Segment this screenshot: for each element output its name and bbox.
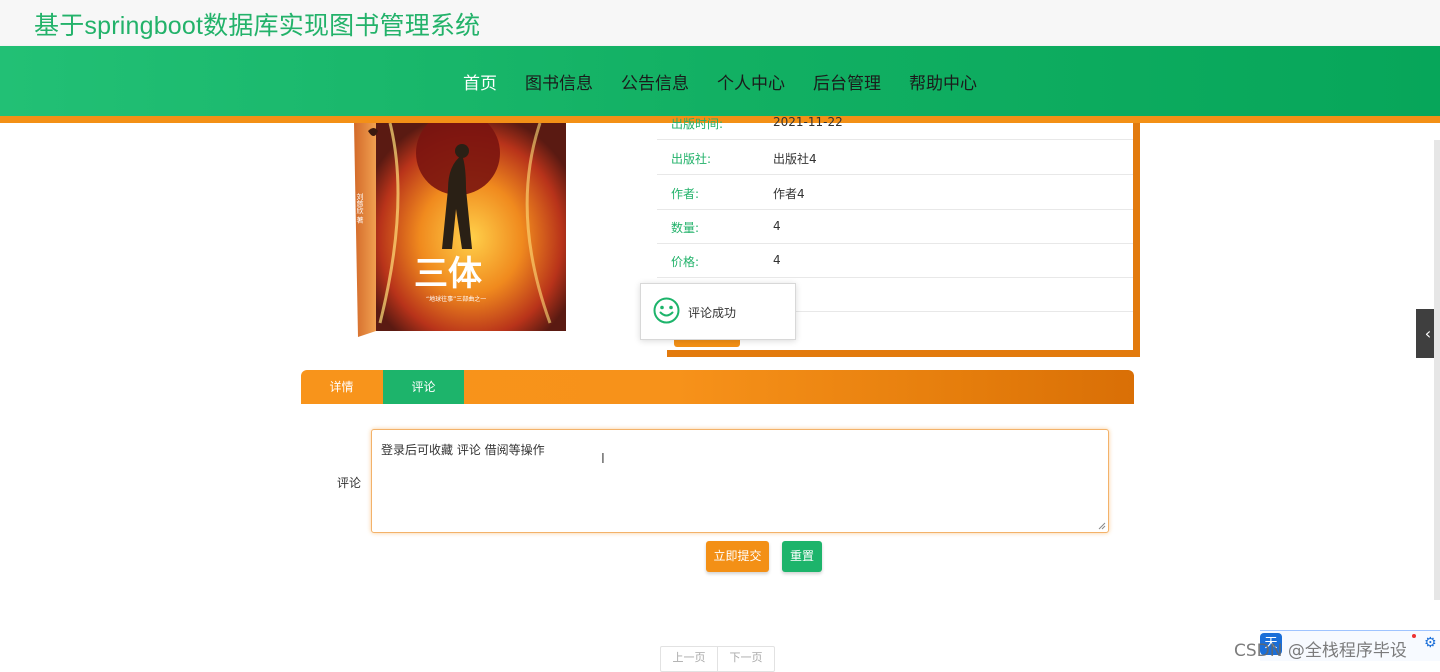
detail-key: 出版社: xyxy=(671,152,712,166)
nav-item-home[interactable]: 首页 xyxy=(463,69,497,94)
detail-key: 出版时间: xyxy=(671,117,724,131)
comment-label: 评论 xyxy=(337,476,362,490)
detail-value: 作者4 xyxy=(773,187,805,201)
nav-item-books[interactable]: 图书信息 xyxy=(525,69,593,94)
cover-author-text: 刘慈欣 著 xyxy=(356,192,364,224)
nav-item-notices[interactable]: 公告信息 xyxy=(621,69,689,94)
toast-message: 评论成功 xyxy=(640,283,796,340)
site-header: 基于springboot数据库实现图书管理系统 xyxy=(0,0,1440,46)
prev-page-button[interactable]: 上一页 xyxy=(661,647,717,671)
nav-item-profile[interactable]: 个人中心 xyxy=(717,69,785,94)
detail-key: 作者: xyxy=(671,187,700,201)
detail-row-price: 价格: 4 xyxy=(657,243,1133,278)
resize-grip-icon[interactable] xyxy=(1098,522,1106,530)
book-cover-image: 三体 “地球往事”三部曲之一 刘慈欣 著 xyxy=(350,123,572,343)
next-page-button[interactable]: 下一页 xyxy=(717,647,774,671)
watermark: CSDN @全栈程序毕设 xyxy=(1234,641,1407,661)
panel-frame-right xyxy=(1133,123,1140,357)
detail-value: 出版社4 xyxy=(773,152,817,166)
detail-value: 4 xyxy=(773,219,781,233)
notification-dot xyxy=(1412,634,1416,638)
nav-item-admin[interactable]: 后台管理 xyxy=(813,69,881,94)
detail-row-author: 作者: 作者4 xyxy=(657,175,1133,210)
pagination: 上一页 下一页 xyxy=(660,646,775,672)
comment-text: 登录后可收藏 评论 借阅等操作 xyxy=(381,443,545,457)
detail-value: 2021-11-22 xyxy=(773,115,843,129)
detail-row-publisher: 出版社: 出版社4 xyxy=(657,140,1133,175)
scrollbar[interactable] xyxy=(1434,140,1440,600)
detail-key: 价格: xyxy=(671,255,700,269)
reset-button[interactable]: 重置 xyxy=(782,541,822,572)
detail-row-date: 出版时间: 2021-11-22 xyxy=(657,105,1133,140)
gear-icon[interactable]: ⚙ xyxy=(1424,635,1437,651)
detail-value: 4 xyxy=(773,253,781,267)
text-cursor-icon: I xyxy=(601,452,605,467)
cover-tagline-text: “地球往事”三部曲之一 xyxy=(426,295,486,303)
smile-icon xyxy=(653,297,680,324)
detail-key: 数量: xyxy=(671,221,700,235)
toast-text: 评论成功 xyxy=(688,306,737,320)
site-title: 基于springboot数据库实现图书管理系统 xyxy=(34,12,481,40)
comment-textarea[interactable]: 登录后可收藏 评论 借阅等操作 I xyxy=(371,429,1109,533)
panel-frame-bottom xyxy=(667,350,1140,357)
tab-comments[interactable]: 评论 xyxy=(383,370,464,404)
nav-item-help[interactable]: 帮助中心 xyxy=(909,69,977,94)
tab-bar: 详情 评论 xyxy=(301,370,1134,404)
cover-title-text: 三体 xyxy=(414,254,482,294)
submit-button[interactable]: 立即提交 xyxy=(706,541,769,572)
tab-details[interactable]: 详情 xyxy=(301,370,382,404)
detail-row-quantity: 数量: 4 xyxy=(657,209,1133,244)
chevron-left-icon: ‹ xyxy=(1424,324,1432,343)
